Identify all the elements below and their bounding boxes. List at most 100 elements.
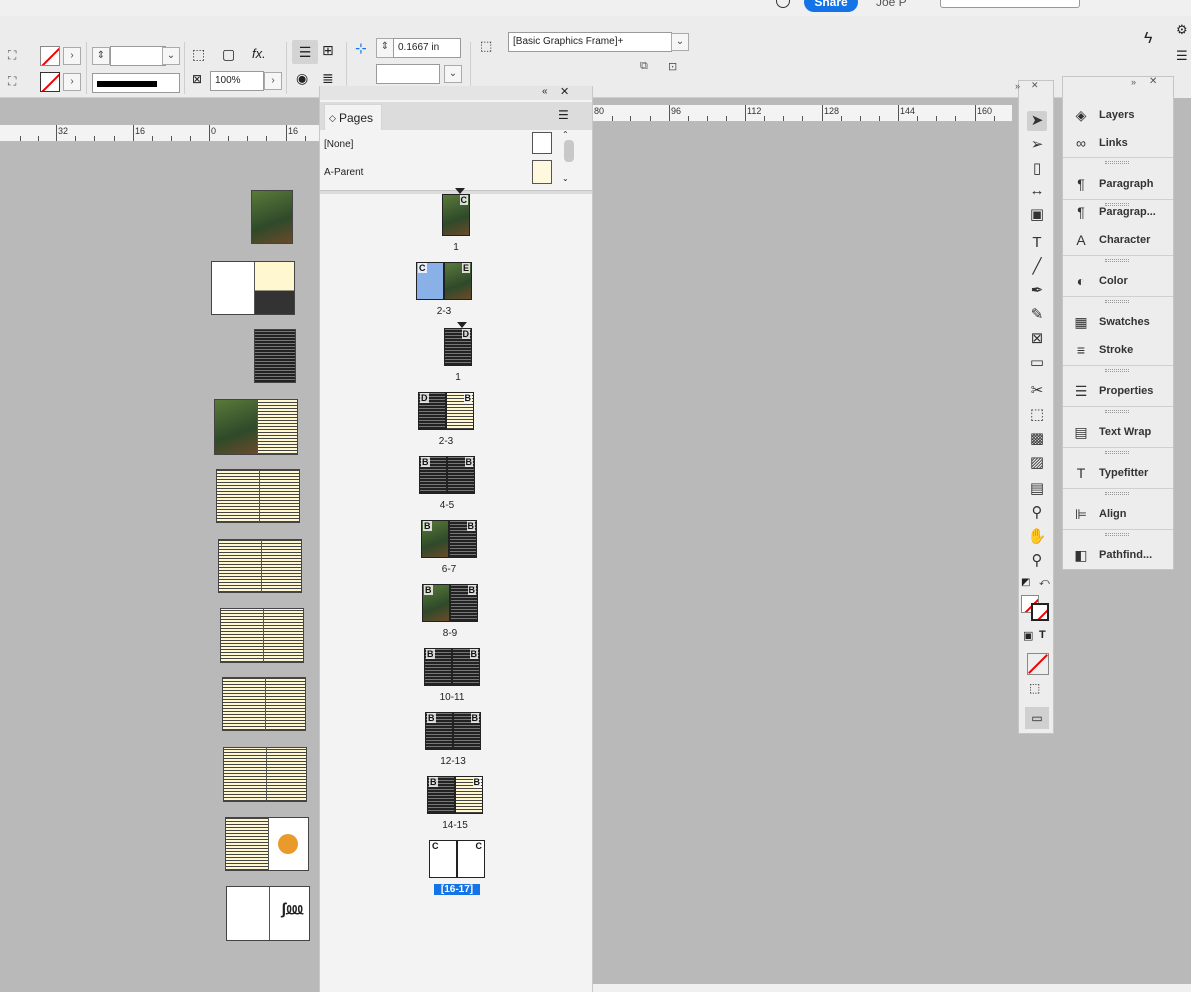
- spread-item[interactable]: B B 4-5: [320, 456, 592, 516]
- quick-apply-icon[interactable]: ϟ: [1144, 30, 1152, 48]
- dock-grip[interactable]: [1105, 410, 1129, 413]
- page-thumbnail[interactable]: C: [429, 840, 457, 878]
- page-thumbnail[interactable]: B: [419, 456, 447, 494]
- wrap-jump-icon[interactable]: ≣: [322, 70, 334, 87]
- page-thumbnail[interactable]: B: [455, 776, 483, 814]
- dock-grip[interactable]: [1105, 300, 1129, 303]
- spread-item[interactable]: C E 2-3: [320, 262, 592, 322]
- dock-item-color[interactable]: ◐ Color: [1069, 269, 1169, 293]
- parent-item-a-parent[interactable]: A-Parent: [320, 160, 572, 186]
- rectangle-tool-icon[interactable]: ▭: [1027, 353, 1047, 373]
- page-thumbnail[interactable]: B: [421, 520, 449, 558]
- dock-grip[interactable]: [1105, 492, 1129, 495]
- lightbulb-icon[interactable]: [776, 0, 790, 8]
- parents-scrollbar[interactable]: ⌃ ⌄: [562, 130, 576, 186]
- dock-item-pathfind[interactable]: ◧ Pathfind...: [1069, 543, 1169, 567]
- panel-menu-icon[interactable]: ☰: [558, 108, 569, 122]
- formatting-text-icon[interactable]: T: [1039, 629, 1046, 641]
- settings-gear-icon[interactable]: ⚙: [1176, 22, 1188, 38]
- stroke-none-swatch[interactable]: [1031, 603, 1049, 621]
- zoom-tool-icon[interactable]: ⚲: [1027, 551, 1047, 571]
- offset-stepper[interactable]: ⇕: [376, 38, 394, 58]
- dock-item-stroke[interactable]: ≡ Stroke: [1069, 338, 1169, 362]
- spread-item[interactable]: B B 8-9: [320, 584, 592, 644]
- spread-thumbnail[interactable]: [211, 261, 295, 315]
- spread-item[interactable]: D1: [320, 322, 592, 388]
- spread-item[interactable]: C C [16-17]: [320, 840, 592, 900]
- default-fill-stroke-icon[interactable]: ◩: [1021, 577, 1030, 588]
- view-mode-icon[interactable]: ▭: [1025, 707, 1049, 729]
- dock-item-character[interactable]: A Character: [1069, 228, 1169, 252]
- close-icon[interactable]: ✕: [1031, 80, 1039, 91]
- dock-item-layers[interactable]: ◈ Layers: [1069, 103, 1169, 127]
- wrap-object-icon[interactable]: ◉: [296, 70, 308, 87]
- wrap-options-dropdown[interactable]: ⌄: [444, 65, 462, 83]
- drop-shadow-icon[interactable]: ▢: [222, 46, 235, 63]
- dock-grip[interactable]: [1105, 451, 1129, 454]
- page-thumbnail[interactable]: B: [449, 520, 477, 558]
- object-style-select[interactable]: [Basic Graphics Frame]+: [508, 32, 672, 52]
- expand-icon[interactable]: »: [1015, 81, 1020, 91]
- rectangle-frame-tool-icon[interactable]: ⊠: [1027, 329, 1047, 349]
- stroke-none-swatch[interactable]: [40, 72, 60, 92]
- opacity-chevron-icon[interactable]: ›: [264, 72, 282, 90]
- eyedropper-tool-icon[interactable]: ⚲: [1027, 503, 1047, 523]
- dock-item-paragraph[interactable]: ¶ Paragraph: [1069, 172, 1169, 196]
- page-thumbnail[interactable]: D: [444, 328, 472, 366]
- spread-item[interactable]: B B 10-11: [320, 648, 592, 708]
- page-thumbnail[interactable]: B: [427, 776, 455, 814]
- content-collector-icon[interactable]: ▣: [1027, 205, 1047, 225]
- spread-thumbnail[interactable]: [220, 608, 304, 663]
- page-thumbnail[interactable]: B: [450, 584, 478, 622]
- spread-thumbnail[interactable]: [222, 677, 306, 731]
- spread-item[interactable]: B B 6-7: [320, 520, 592, 580]
- new-style-icon[interactable]: ⊡: [668, 60, 677, 73]
- selection-tool-icon[interactable]: ➤: [1027, 111, 1047, 131]
- share-button[interactable]: Share: [804, 0, 858, 12]
- stroke-weight-stepper[interactable]: ⇕: [92, 47, 110, 65]
- object-style-dropdown[interactable]: ⌄: [671, 33, 689, 51]
- collapse-icon[interactable]: «: [542, 86, 548, 97]
- spread-thumbnail[interactable]: [216, 469, 300, 523]
- spread-thumbnail[interactable]: [214, 399, 298, 455]
- hierarchy-icon[interactable]: ⛶: [8, 74, 16, 89]
- spread-item[interactable]: C1: [320, 188, 592, 258]
- spread-thumbnail[interactable]: [218, 539, 302, 593]
- dock-grip[interactable]: [1105, 533, 1129, 536]
- pencil-tool-icon[interactable]: ✎: [1027, 305, 1047, 325]
- page-thumbnail[interactable]: B: [422, 584, 450, 622]
- offset-field[interactable]: 0.1667 in: [393, 38, 461, 58]
- swap-fill-stroke-icon[interactable]: ⤺: [1039, 577, 1050, 588]
- spread-item[interactable]: B B 14-15: [320, 776, 592, 836]
- close-icon[interactable]: ✕: [1149, 76, 1157, 87]
- frame-fitting-icon[interactable]: ⬚: [192, 46, 205, 63]
- page-thumbnail[interactable]: C: [457, 840, 485, 878]
- fill-none-swatch[interactable]: [40, 46, 60, 66]
- page-thumbnail[interactable]: B: [453, 712, 481, 750]
- wrap-options-field[interactable]: [376, 64, 440, 84]
- tab-pages[interactable]: ◇ Pages: [324, 104, 382, 130]
- gradient-tool-icon[interactable]: ▩: [1027, 429, 1047, 449]
- wrap-bounding-icon[interactable]: ⊞: [322, 42, 334, 59]
- free-transform-tool-icon[interactable]: ⬚: [1027, 405, 1047, 425]
- stroke-menu-chevron-icon[interactable]: ›: [63, 73, 81, 91]
- spread-item[interactable]: D B 2-3: [320, 392, 592, 452]
- dock-item-typefitter[interactable]: T Typefitter: [1069, 461, 1169, 485]
- fill-menu-chevron-icon[interactable]: ›: [63, 47, 81, 65]
- note-tool-icon[interactable]: ▤: [1027, 479, 1047, 499]
- dock-item-align[interactable]: ⊫ Align: [1069, 502, 1169, 526]
- pasteboard[interactable]: [592, 122, 1006, 984]
- page-thumbnail[interactable]: B: [425, 712, 453, 750]
- apply-none-icon[interactable]: [1027, 653, 1049, 675]
- effects-icon[interactable]: fx.: [252, 46, 266, 61]
- close-icon[interactable]: ✕: [560, 85, 569, 98]
- spread-thumbnail[interactable]: [251, 190, 293, 244]
- hand-tool-icon[interactable]: ✋: [1027, 527, 1047, 547]
- page-thumbnail[interactable]: B: [446, 392, 474, 430]
- screen-mode-icon[interactable]: ⬚: [1029, 681, 1040, 695]
- text-wrap-none-icon[interactable]: ☰: [292, 40, 318, 64]
- user-menu[interactable]: Joe P: [876, 0, 924, 10]
- page-thumbnail[interactable]: B: [424, 648, 452, 686]
- dock-grip[interactable]: [1105, 369, 1129, 372]
- page-thumbnail[interactable]: B: [447, 456, 475, 494]
